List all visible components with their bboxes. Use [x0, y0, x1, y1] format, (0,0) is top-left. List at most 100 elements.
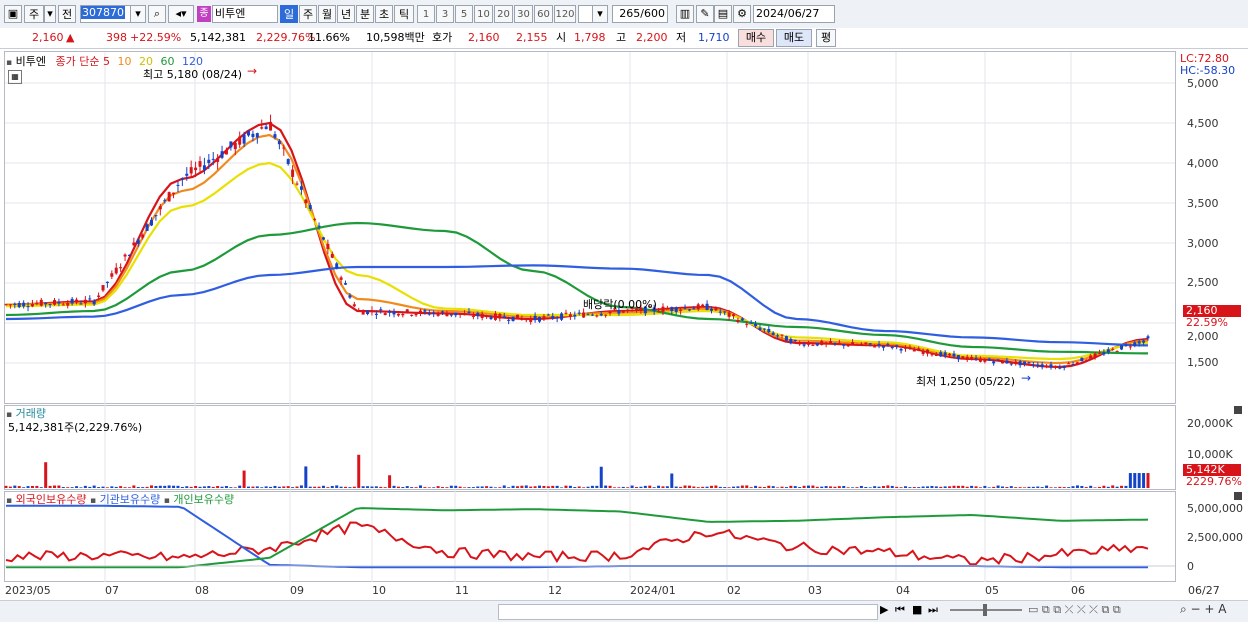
candle-body: [154, 215, 158, 217]
volume-bar: [670, 473, 674, 488]
candle-body: [1009, 363, 1013, 365]
candle-body: [687, 309, 691, 311]
candle-body: [577, 312, 581, 314]
candle-body: [1084, 360, 1088, 362]
volume-bar: [1146, 473, 1150, 488]
candle-body: [401, 313, 405, 316]
volume-bar: [8, 486, 12, 488]
volume-bar: [877, 486, 881, 488]
volume-bar: [485, 486, 489, 488]
volume-bar: [388, 475, 392, 488]
volume-bar: [1075, 485, 1079, 488]
volume-bar: [405, 486, 409, 488]
fast-forward-icon[interactable]: ⏭: [928, 603, 938, 617]
volume-bar: [247, 486, 251, 488]
candle-body: [1102, 352, 1106, 355]
volume-bar: [842, 485, 846, 488]
candle-body: [934, 354, 938, 356]
zoom-controls[interactable]: ⌕ − + A: [1180, 602, 1226, 617]
rewind-icon[interactable]: ⏮: [895, 603, 905, 617]
volume-bar: [621, 486, 625, 488]
candle-body: [48, 304, 52, 306]
volume-bar: [467, 487, 471, 488]
volume-bar: [714, 485, 718, 488]
candle-body: [423, 310, 427, 312]
candle-body: [1031, 364, 1035, 366]
volume-bar: [22, 487, 26, 488]
volume-bar: [150, 485, 154, 488]
candle-body: [921, 350, 925, 354]
stop-icon[interactable]: ■: [912, 603, 922, 616]
candle-body: [304, 199, 308, 204]
zoom-slider-handle[interactable]: [983, 604, 987, 616]
volume-bar: [242, 470, 246, 488]
candle-body: [132, 242, 136, 246]
candle-body: [846, 345, 850, 347]
volume-bar: [1067, 487, 1071, 488]
close-icon[interactable]: [1234, 406, 1242, 414]
volume-bar: [903, 486, 907, 488]
close-icon[interactable]: [1234, 492, 1242, 500]
candle-body: [855, 344, 859, 346]
volume-bar: [441, 487, 445, 488]
table-icon[interactable]: ▦: [8, 70, 22, 84]
high-note: 최고 5,180 (08/24): [143, 68, 243, 81]
candle-body: [1137, 341, 1141, 344]
volume-bar: [1097, 486, 1101, 488]
candle-body: [745, 323, 749, 325]
hc-label: HC:-58.30: [1180, 64, 1236, 77]
candle-body: [379, 309, 383, 311]
volume-bar: [767, 485, 771, 488]
candle-body: [1080, 357, 1084, 362]
volume-bar: [612, 487, 616, 488]
candle-body: [4, 304, 8, 306]
candle-body: [1058, 366, 1062, 369]
y-tick: 5,000: [1187, 77, 1219, 90]
candle-body: [247, 130, 251, 136]
volume-bar: [110, 486, 114, 488]
candle-body: [295, 183, 299, 185]
candle-body: [339, 277, 343, 280]
volume-bar: [330, 485, 334, 488]
holding-line: [5, 521, 1149, 566]
volume-bar: [471, 487, 475, 488]
volume-bar: [890, 485, 894, 488]
candle-body: [238, 136, 242, 145]
candle-body: [529, 318, 533, 322]
volume-bar: [687, 485, 691, 488]
x-tick: 12: [548, 584, 562, 597]
volume-bar: [427, 487, 431, 488]
volume-bar: [286, 486, 290, 488]
scroll-track[interactable]: [498, 604, 878, 620]
volume-bar: [70, 487, 74, 488]
x-tick: 02: [727, 584, 741, 597]
candle-body: [502, 316, 506, 318]
scroll-right-icon[interactable]: ▶: [880, 603, 888, 616]
candle-body: [956, 355, 960, 360]
volume-bar: [709, 485, 713, 488]
volume-bar: [480, 486, 484, 488]
candle-body: [679, 309, 683, 311]
volume-bar: [736, 486, 740, 488]
volume-bar: [370, 486, 374, 488]
candle-body: [1142, 340, 1146, 343]
candle-body: [467, 311, 471, 313]
volume-bar: [493, 487, 497, 488]
candle-body: [987, 358, 991, 361]
ma-line-10: [5, 133, 1149, 365]
volume-bar: [167, 485, 171, 488]
candle-body: [723, 311, 727, 313]
candle-body: [1067, 363, 1071, 365]
candle-body: [432, 312, 436, 314]
volume-bar: [701, 486, 705, 488]
layout-icons[interactable]: ▭ ⧉ ⧉ ⤫ ⤫ ⤫ ⧉ ⧉: [1028, 603, 1121, 617]
candle-body: [489, 317, 493, 320]
candle-body: [348, 295, 352, 298]
candle-body: [242, 134, 246, 144]
candle-body: [392, 311, 396, 315]
candle-body: [533, 315, 537, 321]
volume-bar: [630, 485, 634, 488]
volume-bar: [952, 485, 956, 488]
candle-body: [269, 121, 273, 131]
volume-bar: [555, 485, 559, 488]
